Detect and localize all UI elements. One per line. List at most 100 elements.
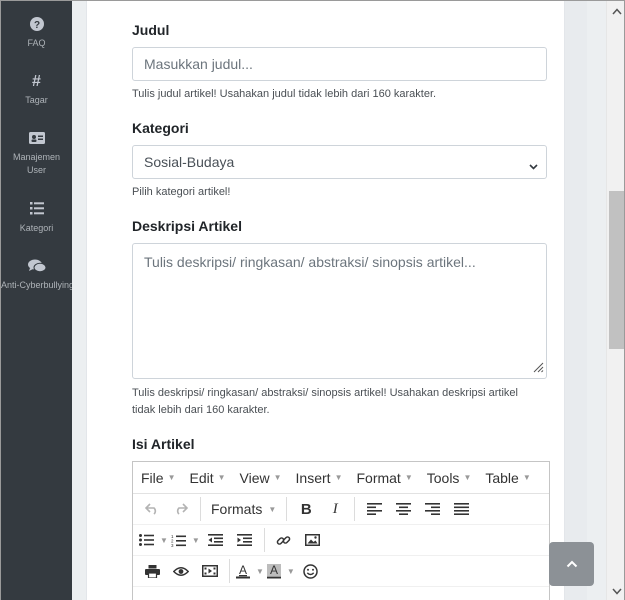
deskripsi-textarea[interactable]: Tulis deskripsi/ ringkasan/ abstraksi/ s… bbox=[132, 243, 547, 379]
sidebar-item-faq[interactable]: ? FAQ bbox=[1, 17, 72, 50]
chevron-up-icon bbox=[611, 7, 622, 14]
caret-down-icon: ▼ bbox=[286, 566, 295, 576]
bullet-list-button[interactable]: ▼ bbox=[139, 528, 168, 552]
numbered-list-icon: 123 bbox=[171, 534, 186, 547]
rich-text-editor: File ▼ Edit ▼ View ▼ Insert ▼ Format ▼ Tools ▼… bbox=[132, 461, 550, 600]
menu-label: View bbox=[239, 469, 270, 486]
link-icon bbox=[277, 535, 291, 545]
align-right-button[interactable] bbox=[419, 497, 445, 521]
sidebar-item-label: Anti-Cyberbullying bbox=[1, 280, 72, 290]
numbered-list-button[interactable]: 123 ▼ bbox=[171, 528, 200, 552]
toolbar-separator bbox=[200, 497, 201, 521]
sidebar-item-label: FAQ bbox=[27, 38, 46, 48]
outdent-icon bbox=[208, 534, 224, 546]
page-gutter bbox=[565, 1, 587, 600]
caret-down-icon: ▼ bbox=[256, 566, 264, 576]
background-color-button[interactable]: A ▼ bbox=[266, 559, 295, 583]
sidebar-item-label: Tagar bbox=[25, 95, 48, 105]
menu-label: File bbox=[141, 469, 164, 486]
caret-down-icon: ▼ bbox=[160, 535, 168, 545]
deskripsi-help-line2: tidak lebih dari 160 karakter. bbox=[132, 404, 270, 416]
chevron-down-icon bbox=[529, 157, 538, 173]
menu-edit[interactable]: Edit ▼ bbox=[189, 470, 225, 486]
eye-icon bbox=[173, 566, 189, 576]
judul-input[interactable]: Masukkan judul... bbox=[132, 47, 547, 81]
text-color-button[interactable]: A ▼ bbox=[236, 559, 264, 583]
bold-button[interactable]: B bbox=[293, 497, 319, 521]
isi-label: Isi Artikel bbox=[132, 436, 195, 452]
caret-down-icon: ▼ bbox=[404, 473, 413, 482]
formats-label: Formats bbox=[211, 501, 263, 517]
sidebar: ? FAQ # Tagar Manajemen User Kategori An… bbox=[1, 1, 72, 600]
caret-down-icon: ▼ bbox=[522, 473, 531, 482]
caret-down-icon: ▼ bbox=[268, 504, 277, 514]
svg-text:3: 3 bbox=[171, 543, 174, 547]
undo-icon bbox=[145, 503, 157, 515]
indent-icon bbox=[237, 534, 253, 546]
svg-text:A: A bbox=[239, 564, 247, 577]
sidebar-item-tagar[interactable]: # Tagar bbox=[1, 74, 72, 107]
menu-format[interactable]: Format ▼ bbox=[356, 470, 412, 486]
insert-link-button[interactable] bbox=[271, 528, 297, 552]
deskripsi-label: Deskripsi Artikel bbox=[132, 218, 242, 234]
align-right-icon bbox=[424, 503, 440, 515]
sidebar-item-manajemen-user[interactable]: Manajemen User bbox=[1, 131, 72, 177]
list-icon bbox=[1, 202, 72, 218]
menu-label: Table bbox=[485, 469, 519, 486]
emoticons-button[interactable] bbox=[298, 559, 324, 583]
editor-toolbar-row-2: ▼ 123 ▼ bbox=[133, 525, 549, 556]
insert-media-button[interactable] bbox=[197, 559, 223, 583]
menu-file[interactable]: File ▼ bbox=[141, 470, 175, 486]
menu-tools[interactable]: Tools ▼ bbox=[427, 470, 472, 486]
caret-down-icon: ▼ bbox=[334, 473, 343, 482]
hashtag-icon: # bbox=[32, 73, 41, 90]
kategori-select[interactable]: Sosial-Budaya bbox=[132, 145, 547, 179]
insert-image-button[interactable] bbox=[300, 528, 326, 552]
outdent-button[interactable] bbox=[203, 528, 229, 552]
question-circle-icon: ? bbox=[1, 17, 72, 33]
back-to-top-button[interactable] bbox=[549, 542, 594, 586]
align-left-icon bbox=[366, 503, 382, 515]
text-color-icon: A bbox=[236, 564, 250, 578]
bullet-list-icon bbox=[139, 534, 154, 546]
kategori-label: Kategori bbox=[132, 120, 189, 136]
vertical-scrollbar[interactable] bbox=[606, 1, 624, 600]
toolbar-separator bbox=[229, 559, 230, 583]
indent-button[interactable] bbox=[232, 528, 258, 552]
caret-down-icon: ▼ bbox=[167, 473, 176, 482]
editor-toolbar-row-3: A ▼ A ▼ bbox=[133, 556, 549, 587]
sidebar-item-anti-cyberbullying[interactable]: Anti-Cyberbullying bbox=[1, 259, 72, 292]
judul-placeholder: Masukkan judul... bbox=[144, 56, 253, 72]
scrollbar-thumb[interactable] bbox=[609, 191, 624, 349]
menu-label: Edit bbox=[189, 469, 214, 486]
align-justify-button[interactable] bbox=[448, 497, 474, 521]
chevron-down-icon bbox=[611, 588, 622, 595]
print-button[interactable] bbox=[139, 559, 165, 583]
italic-button[interactable]: I bbox=[322, 497, 348, 521]
align-left-button[interactable] bbox=[361, 497, 387, 521]
align-center-icon bbox=[395, 503, 411, 515]
id-card-icon bbox=[1, 131, 72, 147]
menu-insert[interactable]: Insert ▼ bbox=[296, 470, 343, 486]
comments-icon bbox=[1, 259, 72, 275]
scroll-up-button[interactable] bbox=[607, 1, 624, 21]
scroll-down-button[interactable] bbox=[607, 581, 624, 600]
preview-button[interactable] bbox=[168, 559, 194, 583]
deskripsi-help-text: Tulis deskripsi/ ringkasan/ abstraksi/ s… bbox=[132, 385, 518, 419]
sidebar-item-kategori[interactable]: Kategori bbox=[1, 202, 72, 235]
formats-dropdown[interactable]: Formats ▼ bbox=[207, 497, 280, 521]
menu-view[interactable]: View ▼ bbox=[240, 470, 282, 486]
redo-button[interactable] bbox=[168, 497, 194, 521]
toolbar-separator bbox=[354, 497, 356, 521]
deskripsi-placeholder: Tulis deskripsi/ ringkasan/ abstraksi/ s… bbox=[144, 254, 476, 270]
undo-button[interactable] bbox=[139, 497, 165, 521]
italic-icon: I bbox=[332, 500, 338, 517]
menu-label: Format bbox=[356, 469, 401, 486]
menu-table[interactable]: Table ▼ bbox=[485, 470, 530, 486]
align-center-button[interactable] bbox=[390, 497, 416, 521]
menu-label: Insert bbox=[295, 469, 331, 486]
main-content: Judul Masukkan judul... Tulis judul arti… bbox=[72, 1, 606, 600]
caret-down-icon: ▼ bbox=[217, 473, 226, 482]
kategori-selected-value: Sosial-Budaya bbox=[144, 154, 235, 170]
resize-handle-icon[interactable] bbox=[532, 360, 544, 376]
